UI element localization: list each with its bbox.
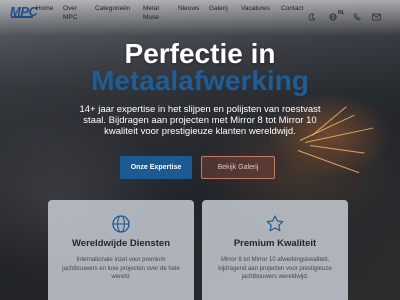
onze-expertise-button[interactable]: Onze Expertise bbox=[120, 156, 192, 179]
nav-item-contact[interactable]: Contact bbox=[281, 4, 303, 13]
hero-title-accent: Metaalafwerking bbox=[91, 65, 309, 96]
moon-icon[interactable] bbox=[308, 8, 316, 26]
hero-title: Perfectie in bbox=[124, 38, 276, 69]
globe-icon bbox=[111, 214, 131, 239]
feature-card-wereldwijde-diensten: Wereldwijde Diensten Internationale inze… bbox=[48, 200, 194, 300]
hero-subtitle: 14+ jaar expertise in het slijpen en pol… bbox=[79, 104, 321, 137]
site-header: MPC Home Over MPC Categorieën Metal Muse… bbox=[0, 0, 400, 26]
nav-item-over-mpc[interactable]: Over MPC bbox=[63, 4, 77, 22]
card-title: Wereldwijde Diensten bbox=[71, 238, 170, 249]
nav-item-nieuws[interactable]: Nieuws bbox=[178, 4, 199, 13]
nav-item-home[interactable]: Home bbox=[36, 4, 53, 13]
nav-item-vacatures[interactable]: Vacatures bbox=[241, 4, 270, 13]
nav-item-categorieen[interactable]: Categorieën bbox=[95, 4, 130, 13]
nav-item-galerij[interactable]: Galerij bbox=[209, 4, 228, 13]
language-selector[interactable]: NL bbox=[338, 10, 345, 16]
logo-underline bbox=[11, 16, 33, 18]
globe-icon[interactable] bbox=[329, 8, 337, 26]
card-text: Mirror 8 tot Mirror 10 afwerkingskwalite… bbox=[218, 257, 332, 280]
card-title: Premium Kwaliteit bbox=[233, 238, 317, 249]
card-text: Internationale inzet voor premium jachtb… bbox=[62, 257, 180, 280]
star-icon bbox=[265, 214, 285, 239]
phone-icon[interactable] bbox=[353, 8, 361, 26]
bekijk-galerij-button[interactable]: Bekijk Galerij bbox=[201, 156, 275, 179]
mail-icon[interactable] bbox=[372, 8, 381, 26]
nav-item-metal-muse[interactable]: Metal Muse bbox=[143, 4, 159, 22]
feature-card-premium-kwaliteit: Premium Kwaliteit Mirror 8 tot Mirror 10… bbox=[202, 200, 348, 300]
